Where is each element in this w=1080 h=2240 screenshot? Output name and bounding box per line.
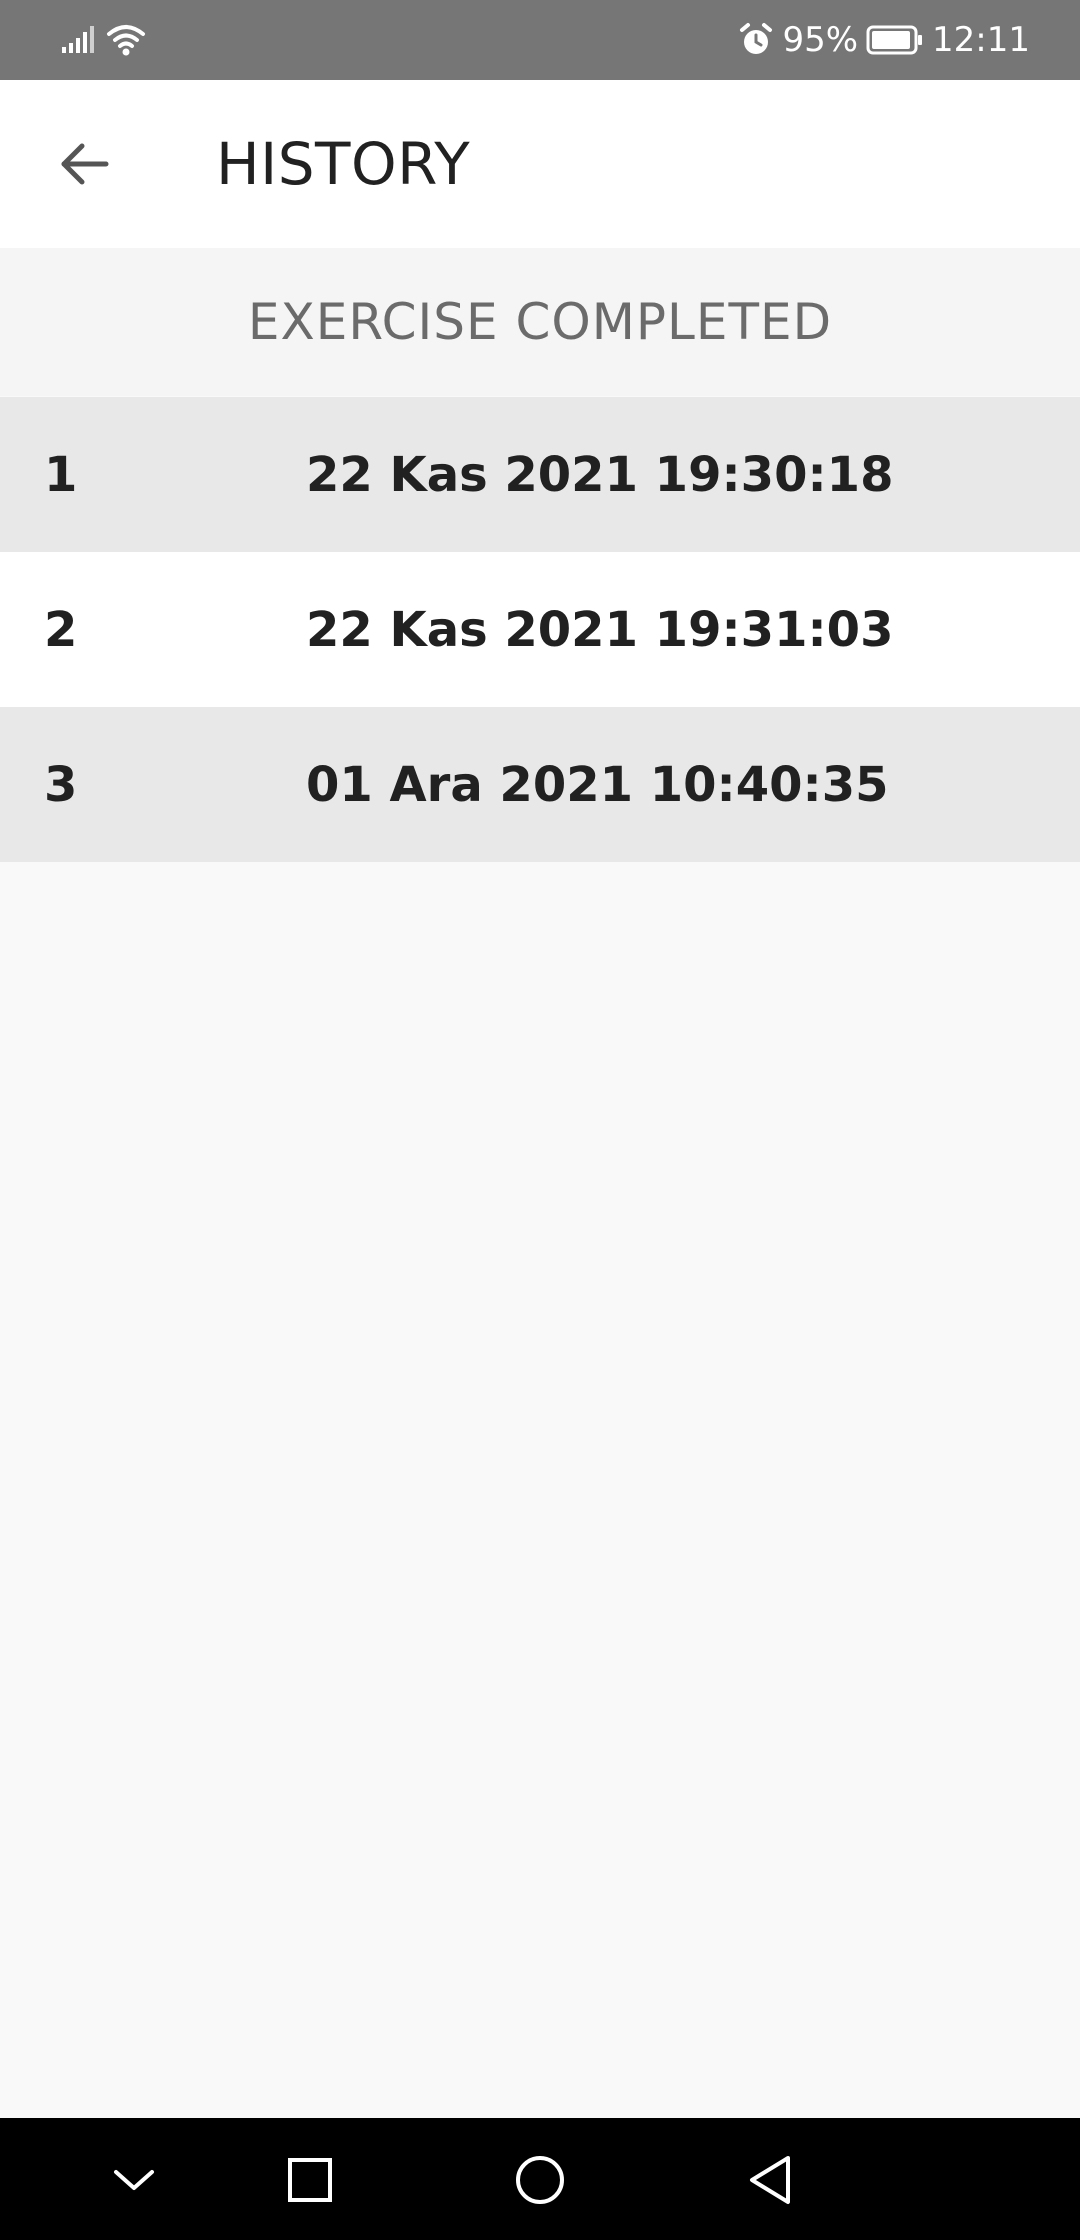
row-date: 22 Kas 2021 19:30:18 xyxy=(306,446,894,503)
alarm-icon xyxy=(740,23,773,54)
history-row[interactable]: 3 01 Ara 2021 10:40:35 xyxy=(0,707,1080,862)
nav-home-button[interactable] xyxy=(508,2148,572,2212)
back-triangle-icon xyxy=(750,2156,790,2204)
row-index: 1 xyxy=(44,446,78,503)
nav-collapse-button[interactable] xyxy=(102,2148,166,2212)
nav-recents-button[interactable] xyxy=(278,2148,342,2212)
recents-square-icon xyxy=(288,2158,332,2202)
wifi-icon xyxy=(107,25,145,56)
app-toolbar: HISTORY xyxy=(0,80,1080,248)
row-index: 2 xyxy=(44,601,78,658)
status-left xyxy=(62,18,146,62)
row-date: 01 Ara 2021 10:40:35 xyxy=(306,756,889,813)
history-screen: 95% 12:11 HISTORY EXERCISE COMPLETED 1 2… xyxy=(0,0,1080,2240)
battery-icon xyxy=(866,25,923,55)
page-title: HISTORY xyxy=(216,130,471,198)
back-button[interactable] xyxy=(48,132,120,196)
home-circle-icon xyxy=(516,2156,564,2204)
status-right: 95% 12:11 xyxy=(738,16,1030,64)
arrow-left-icon xyxy=(61,143,109,185)
section-header: EXERCISE COMPLETED xyxy=(0,248,1080,396)
section-header-label: EXERCISE COMPLETED xyxy=(247,293,833,351)
row-date: 22 Kas 2021 19:31:03 xyxy=(306,601,894,658)
signal-icon xyxy=(62,26,94,53)
chevron-down-icon xyxy=(114,2170,154,2190)
status-time: 12:11 xyxy=(932,20,1030,60)
history-row[interactable]: 2 22 Kas 2021 19:31:03 xyxy=(0,552,1080,707)
battery-percent: 95% xyxy=(782,20,859,60)
system-nav-bar xyxy=(0,2118,1080,2240)
nav-back-button[interactable] xyxy=(738,2148,802,2212)
history-row[interactable]: 1 22 Kas 2021 19:30:18 xyxy=(0,397,1080,552)
row-index: 3 xyxy=(44,756,78,813)
status-bar: 95% 12:11 xyxy=(0,0,1080,80)
